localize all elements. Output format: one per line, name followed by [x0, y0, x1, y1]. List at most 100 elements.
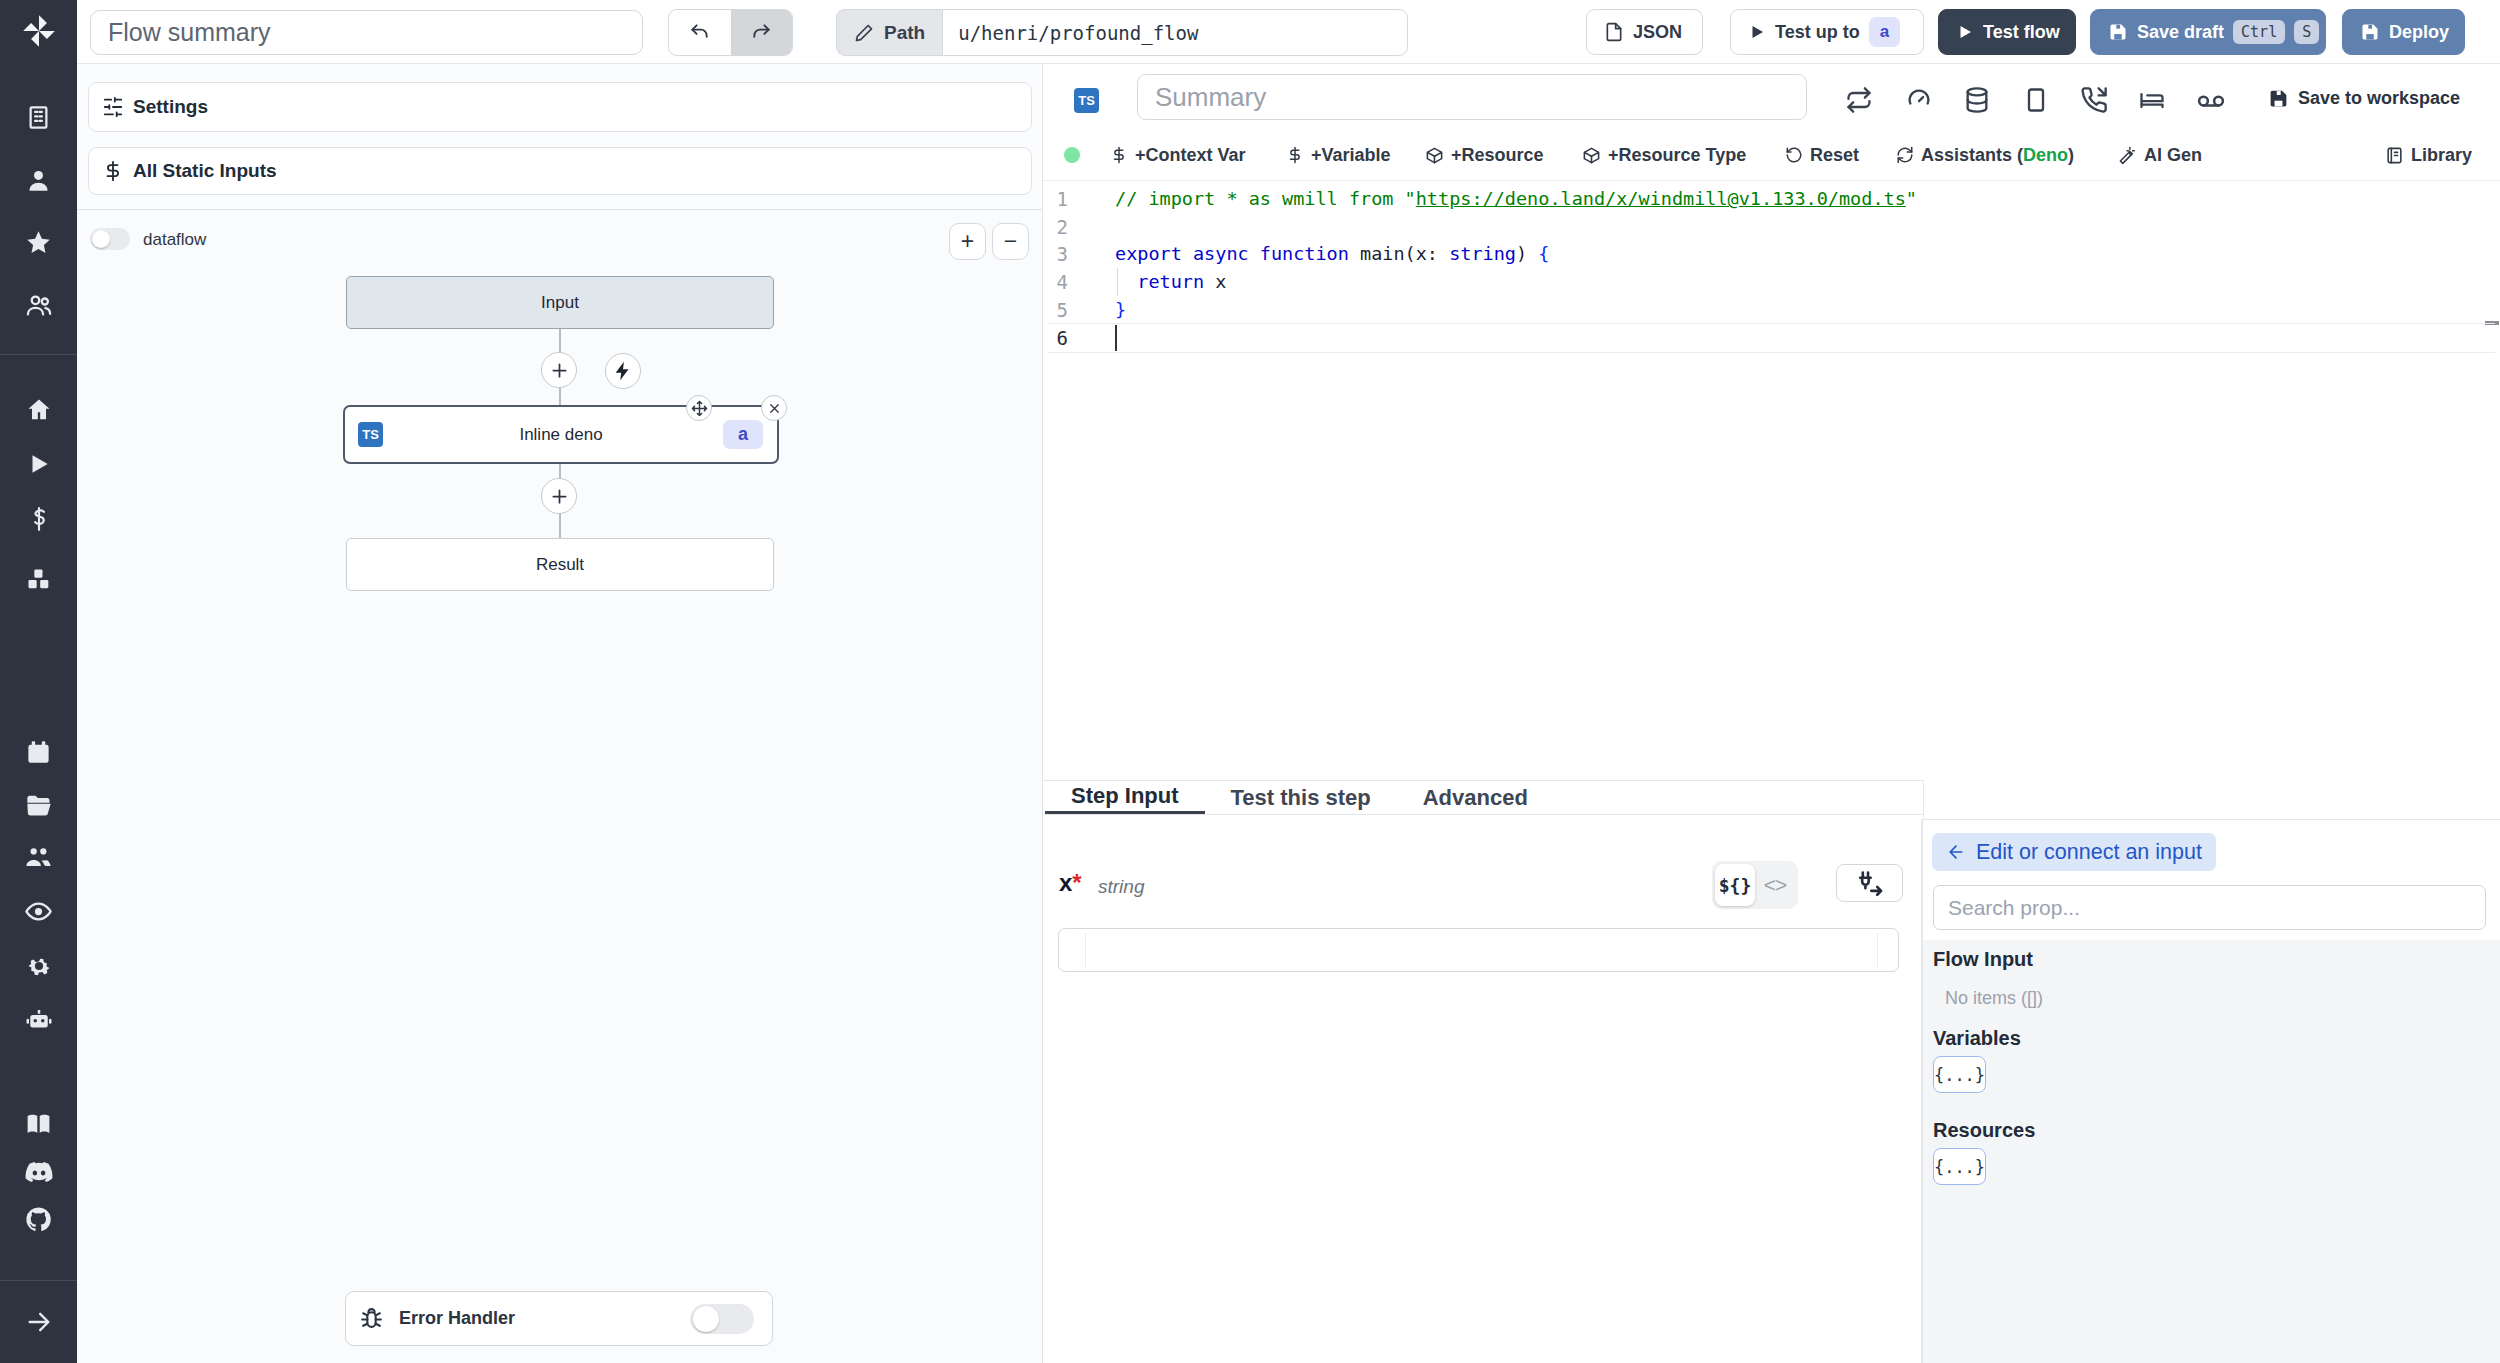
connect-input-button[interactable]	[1836, 864, 1903, 902]
line-number: 3	[1043, 240, 1068, 268]
phone-incoming-icon[interactable]	[2080, 86, 2108, 114]
connect-input-panel: Edit or connect an input Search prop... …	[1921, 819, 2500, 1363]
test-up-to-button[interactable]: Test up to a	[1730, 9, 1924, 55]
editor-panel: TS Summary Save to workspace +Context Va…	[1043, 64, 2500, 819]
error-handler-toggle[interactable]	[690, 1304, 754, 1334]
groups-icon[interactable]	[0, 843, 77, 872]
bed-icon[interactable]	[2138, 86, 2166, 114]
star-icon[interactable]	[0, 229, 77, 256]
dataflow-toggle[interactable]	[90, 228, 130, 250]
reset-button[interactable]: Reset	[1785, 137, 1859, 173]
add-context-var-button[interactable]: +Context Var	[1110, 137, 1246, 173]
windmill-logo-icon[interactable]	[0, 12, 77, 50]
trigger-lightning-button[interactable]	[605, 353, 641, 389]
add-step-button-2[interactable]	[541, 478, 577, 514]
edit-or-connect-button[interactable]: Edit or connect an input	[1932, 833, 2216, 871]
gauge-icon[interactable]	[1905, 86, 1933, 114]
save-icon	[2108, 22, 2128, 42]
flow-summary-input[interactable]: Flow summary	[90, 10, 643, 55]
tab-advanced[interactable]: Advanced	[1397, 781, 1554, 814]
github-icon[interactable]	[0, 1205, 77, 1234]
database-icon[interactable]	[1963, 86, 1991, 114]
users-icon[interactable]	[0, 291, 77, 319]
add-resource-type-button[interactable]: +Resource Type	[1582, 137, 1746, 173]
line-number: 1	[1043, 185, 1068, 213]
flow-node-step[interactable]: TS Inline deno a	[343, 405, 779, 464]
sidebar	[0, 0, 77, 1363]
save-icon	[2268, 88, 2289, 109]
discord-icon[interactable]	[0, 1157, 77, 1187]
flow-panel: Settings All Static Inputs dataflow + − …	[77, 64, 1043, 1363]
path-input[interactable]: u/henri/profound_flow	[942, 9, 1408, 56]
tab-step-input[interactable]: Step Input	[1045, 781, 1205, 814]
field-value-input[interactable]	[1058, 928, 1899, 972]
collapse-sidebar-icon[interactable]	[0, 1308, 77, 1336]
error-handler-row[interactable]: Error Handler	[345, 1291, 773, 1346]
test-flow-button[interactable]: Test flow	[1938, 9, 2076, 55]
pencil-icon	[854, 23, 874, 43]
audit-logs-icon[interactable]	[0, 897, 77, 926]
code-line: return x	[1115, 268, 1226, 296]
ai-gen-button[interactable]: AI Gen	[2118, 137, 2202, 173]
schedules-icon[interactable]	[0, 739, 77, 766]
zoom-in-button[interactable]: +	[949, 223, 986, 260]
add-resource-button[interactable]: +Resource	[1425, 137, 1544, 173]
line-number: 4	[1043, 268, 1068, 296]
flow-settings-button[interactable]: Settings	[88, 82, 1032, 132]
code-editor[interactable]: 1 // import * as wmill from "https://deno…	[1043, 180, 2500, 789]
move-step-button[interactable]	[686, 395, 712, 421]
folders-icon[interactable]	[0, 791, 77, 819]
arrow-left-icon	[1946, 842, 1966, 862]
workers-icon[interactable]	[0, 1005, 77, 1035]
kbd-s: S	[2294, 20, 2319, 44]
mode-template-button[interactable]: ${}	[1715, 864, 1755, 906]
undo-button[interactable]	[669, 10, 731, 55]
field-name: x*	[1059, 869, 1082, 897]
path-chip[interactable]: Path	[836, 9, 942, 56]
file-json-icon	[1604, 22, 1624, 42]
voicemail-icon[interactable]	[2196, 86, 2226, 116]
dataflow-label: dataflow	[143, 230, 206, 250]
topbar: Flow summary Path u/henri/profound_flow …	[77, 0, 2500, 64]
settings-gear-icon[interactable]	[0, 952, 77, 980]
resources-chip[interactable]: {...}	[1933, 1148, 1986, 1185]
add-variable-button[interactable]: +Variable	[1286, 137, 1391, 173]
variables-icon[interactable]	[0, 506, 77, 532]
flow-node-input[interactable]: Input	[346, 276, 774, 329]
code-line: // import * as wmill from "https://deno.…	[1115, 185, 1917, 213]
all-static-inputs-button[interactable]: All Static Inputs	[88, 147, 1032, 195]
workspace-icon[interactable]	[0, 104, 77, 131]
home-icon[interactable]	[0, 396, 77, 424]
json-button[interactable]: JSON	[1586, 9, 1703, 55]
play-icon	[1956, 23, 1974, 41]
add-step-button-1[interactable]	[541, 352, 577, 388]
zoom-out-button[interactable]: −	[992, 223, 1029, 260]
step-id-badge: a	[723, 420, 763, 449]
user-icon[interactable]	[0, 167, 77, 194]
test-up-to-step-badge: a	[1869, 17, 1900, 47]
step-config-panel: Step InputTest this stepAdvanced x* stri…	[1043, 780, 1924, 1363]
repeat-icon[interactable]	[1845, 86, 1873, 114]
docs-icon[interactable]	[0, 1110, 77, 1139]
bug-icon	[359, 1306, 384, 1331]
save-to-workspace-button[interactable]: Save to workspace	[2268, 88, 2460, 109]
library-button[interactable]: Library	[2385, 137, 2472, 173]
smartphone-icon[interactable]	[2022, 86, 2050, 114]
flow-node-result[interactable]: Result	[346, 538, 774, 591]
variables-chip[interactable]: {...}	[1933, 1056, 1986, 1093]
flow-input-heading: Flow Input	[1933, 948, 2490, 971]
search-prop-input[interactable]: Search prop...	[1933, 885, 2486, 930]
deploy-button[interactable]: Deploy	[2342, 9, 2465, 55]
runs-icon[interactable]	[0, 451, 77, 477]
tab-test-this-step[interactable]: Test this step	[1205, 781, 1397, 814]
assistants-button[interactable]: Assistants (Deno)	[1896, 137, 2074, 173]
language-status-dot	[1064, 147, 1080, 163]
redo-button[interactable]	[731, 10, 793, 55]
resources-icon[interactable]	[0, 566, 77, 594]
step-tabs: Step InputTest this stepAdvanced	[1043, 781, 1923, 815]
delete-step-button[interactable]	[761, 395, 787, 421]
field-type: string	[1098, 876, 1144, 898]
mode-code-button[interactable]: <>	[1755, 864, 1795, 906]
summary-input[interactable]: Summary	[1137, 74, 1807, 120]
save-draft-button[interactable]: Save draft Ctrl S	[2090, 9, 2326, 55]
